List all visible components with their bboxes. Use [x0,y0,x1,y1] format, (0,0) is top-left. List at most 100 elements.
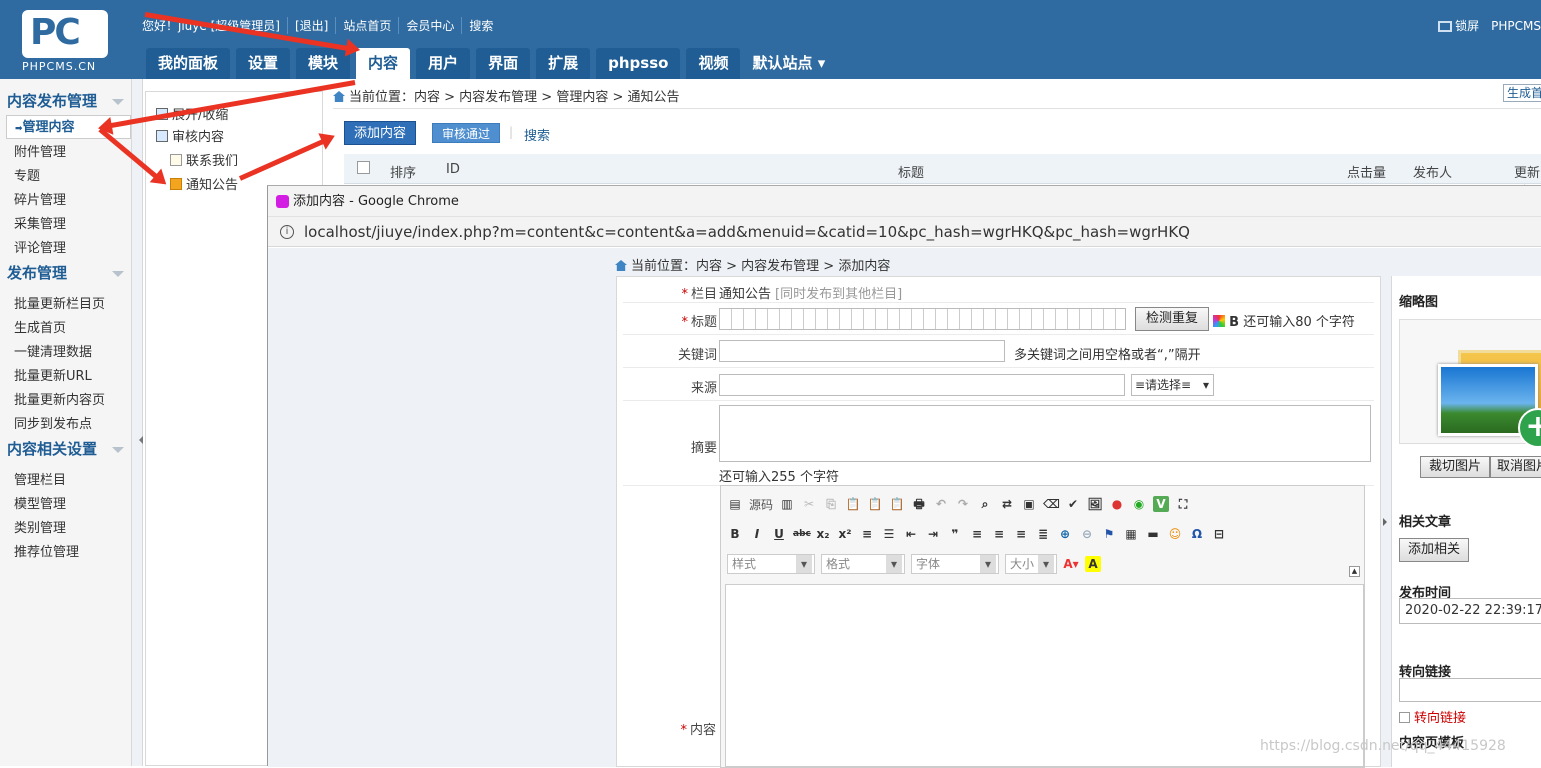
image-icon[interactable]: 🖼 [1087,496,1103,512]
logout-link[interactable]: [退出] [286,17,335,34]
size-combo[interactable]: 大小 [1005,554,1057,574]
sidebar-item-batch-update-url[interactable]: 批量更新URL [0,365,131,389]
phpcms-logo[interactable]: PC [22,10,108,58]
expand-right-icon[interactable] [1383,518,1391,526]
sidebar-item-manage-categories[interactable]: 管理栏目 [0,469,131,493]
align-left-icon[interactable]: ≡ [969,526,985,542]
add-related-button[interactable]: 添加相关 [1399,538,1470,562]
replace-icon[interactable]: ⇄ [999,496,1015,512]
crop-image-button[interactable]: 裁切图片 [1420,456,1491,478]
paste-text-icon[interactable]: 📋 [867,496,883,512]
search-link[interactable]: 搜索 [461,17,500,34]
tree-item-contact[interactable]: 联系我们 [170,150,238,169]
bold-toggle[interactable]: B [1229,315,1239,330]
select-all-icon[interactable]: ▣ [1021,496,1037,512]
pagebreak-icon[interactable]: ⊟ [1211,526,1227,542]
sidebar-item-collect[interactable]: 采集管理 [0,213,131,237]
site-selector[interactable]: 默认站点 ▾ [746,48,837,79]
lock-screen-button[interactable]: 锁屏 [1438,17,1479,34]
popup-titlebar[interactable]: 添加内容 - Google Chrome [268,186,1541,217]
tab-users[interactable]: 用户 [416,48,471,79]
subscript-icon[interactable]: x₂ [815,526,831,542]
other-category-link[interactable]: [同时发布到其他栏目] [775,283,902,302]
thumbnail-uploader[interactable]: + [1399,319,1541,448]
popup-addressbar[interactable]: i localhost/jiuye/index.php?m=content&c=c… [268,217,1541,247]
col-title[interactable]: 标题 [898,162,924,181]
sidebar-group-content-publish[interactable]: 内容发布管理 [0,89,131,113]
paste-icon[interactable]: 📋 [845,496,861,512]
maximize-icon[interactable]: ⛶ [1175,496,1191,512]
sidebar-item-batch-update-pages[interactable]: 批量更新内容页 [0,389,131,413]
sidebar-item-sync-publish[interactable]: 同步到发布点 [0,413,131,437]
sidebar-toggle[interactable] [132,79,143,766]
remove-format-icon[interactable]: ⌫ [1043,496,1060,512]
underline-icon[interactable]: U [771,526,787,542]
anchor-icon[interactable]: ⚑ [1101,526,1117,542]
tab-modules[interactable]: 模块 [296,48,351,79]
source-button[interactable]: 源码 [749,496,773,513]
special-char-icon[interactable]: Ω [1189,526,1205,542]
media-icon[interactable]: ◉ [1131,496,1147,512]
title-input[interactable] [719,308,1126,330]
smiley-icon[interactable]: ☺ [1167,526,1183,542]
blockquote-icon[interactable]: ❞ [947,526,963,542]
col-hits[interactable]: 点击量 [1347,162,1386,181]
preview-icon[interactable]: ▥ [779,496,795,512]
undo-icon[interactable]: ↶ [933,496,949,512]
pubtime-input[interactable]: 2020-02-22 22:39:17 [1399,598,1541,624]
sidebar-item-clean-data[interactable]: 一键清理数据 [0,341,131,365]
style-combo[interactable]: 样式 [727,554,815,574]
checkbox[interactable] [1399,712,1410,723]
cancel-image-button[interactable]: 取消图片 [1490,456,1541,478]
bold-icon[interactable]: B [727,526,743,542]
sidebar-group-publish[interactable]: 发布管理 [0,261,131,285]
redo-icon[interactable]: ↷ [955,496,971,512]
check-duplicate-button[interactable]: 检测重复 [1135,307,1210,331]
col-author[interactable]: 发布人 [1413,162,1452,181]
link-icon[interactable]: ⊕ [1057,526,1073,542]
align-right-icon[interactable]: ≡ [1013,526,1029,542]
summary-textarea[interactable] [719,405,1371,462]
sidebar-item-batch-update-category[interactable]: 批量更新栏目页 [0,293,131,317]
video-icon[interactable]: V [1153,496,1170,512]
indent-icon[interactable]: ⇥ [925,526,941,542]
superscript-icon[interactable]: x² [837,526,853,542]
source-icon[interactable]: ▤ [727,496,743,512]
source-select[interactable]: ≡请选择≡ ▾ [1131,374,1214,396]
tab-dashboard[interactable]: 我的面板 [146,48,231,79]
sidebar-group-content-settings[interactable]: 内容相关设置 [0,437,131,461]
outdent-icon[interactable]: ⇤ [903,526,919,542]
sidebar-item-models[interactable]: 模型管理 [0,493,131,517]
sidebar-item-attachments[interactable]: 附件管理 [0,141,131,165]
source-input[interactable] [719,374,1125,396]
tab-phpsso[interactable]: phpsso [596,48,681,79]
search-link[interactable]: 搜索 [524,125,550,144]
tree-item-notice[interactable]: 通知公告 [170,174,238,193]
hr-icon[interactable]: ▬ [1145,526,1161,542]
tree-item-review[interactable]: 审核内容 [156,126,224,145]
unlink-icon[interactable]: ⊖ [1079,526,1095,542]
tab-settings[interactable]: 设置 [236,48,291,79]
align-center-icon[interactable]: ≡ [991,526,1007,542]
flash-icon[interactable]: ● [1109,496,1125,512]
tab-interface[interactable]: 界面 [476,48,531,79]
bullet-list-icon[interactable]: ☰ [881,526,897,542]
generate-home-button[interactable]: 生成首页 [1503,84,1541,102]
copy-icon[interactable]: ⎘ [823,496,839,512]
col-sort[interactable]: 排序 [390,162,416,181]
approved-button[interactable]: 审核通过 [432,123,501,143]
member-center-link[interactable]: 会员中心 [398,17,461,34]
tab-video[interactable]: 视频 [686,48,741,79]
sidebar-item-blocks[interactable]: 碎片管理 [0,189,131,213]
spellcheck-icon[interactable]: ✔ [1065,496,1081,512]
cut-icon[interactable]: ✂ [801,496,817,512]
select-all-checkbox[interactable] [357,161,370,174]
add-content-button[interactable]: 添加内容 [344,121,417,145]
bg-color-icon[interactable]: A [1085,556,1101,572]
strikethrough-icon[interactable]: abc [793,526,811,542]
print-icon[interactable]: 🖶 [911,496,927,512]
sidebar-item-generate-home[interactable]: 生成首页 [0,317,131,341]
col-id[interactable]: ID [446,162,460,177]
italic-icon[interactable]: I [749,526,765,542]
table-icon[interactable]: ▦ [1123,526,1139,542]
